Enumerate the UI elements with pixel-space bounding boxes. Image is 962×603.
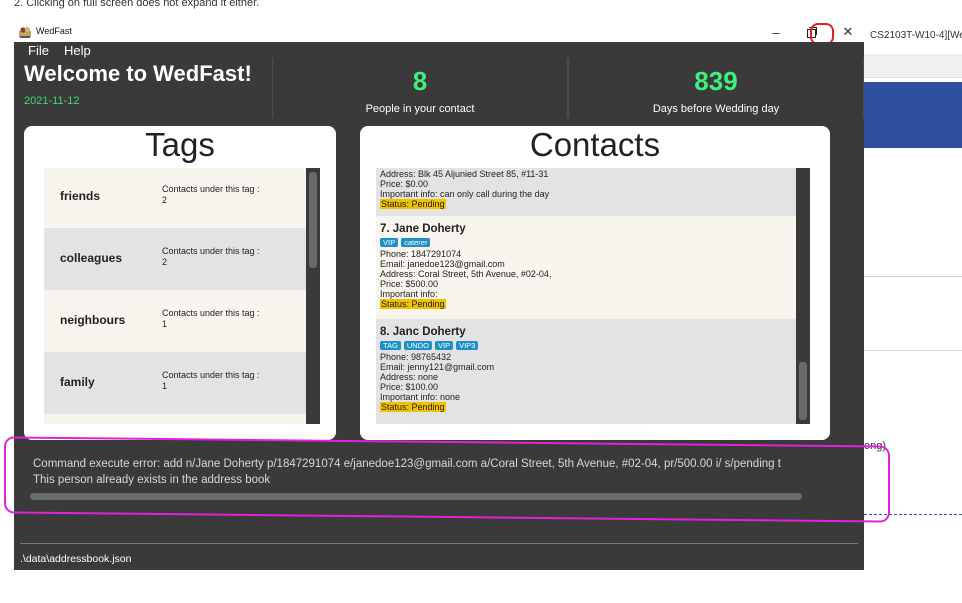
- contact-card[interactable]: 8. Janc Doherty TAG UNDO VIP VIP3 Phone: 98…: [376, 319, 796, 424]
- days-count-label: Days before Wedding day: [652, 103, 780, 115]
- contact-tag-chip: UNDO: [403, 341, 432, 350]
- tags-title: Tags: [145, 126, 215, 163]
- contact-tags: TAG UNDO VIP VIP3: [380, 340, 796, 351]
- tag-name: family: [60, 375, 95, 389]
- tag-item[interactable]: colleagues Contacts under this tag :2: [44, 228, 306, 290]
- contact-address: Address: Blk 45 Aljunied Street 85, #11-…: [380, 169, 549, 179]
- contact-email: Email: jenny121@gmail.com: [380, 362, 495, 372]
- tags-list[interactable]: friends Contacts under this tag :2 colle…: [44, 168, 306, 424]
- tag-count: Contacts under this tag :1: [162, 308, 260, 329]
- contact-price: Price: $500.00: [380, 279, 439, 289]
- contacts-title: Contacts: [529, 126, 661, 163]
- contact-card[interactable]: 7. Jane Doherty VIP caterer Phone: 184729…: [376, 216, 796, 319]
- menu-bar: File Help: [14, 42, 864, 58]
- contact-card-partial[interactable]: Address: Blk 45 Aljunied Street 85, #11-…: [376, 168, 796, 216]
- contact-phone: Phone: 1847291074: [380, 249, 462, 259]
- document-text-fragment: 2. Clicking on full screen does not expa…: [14, 0, 260, 9]
- contact-status: Status: Pending: [380, 199, 446, 209]
- save-file-path: .\data\addressbook.json: [20, 553, 132, 565]
- command-box[interactable]: [20, 543, 858, 544]
- contact-tag-chip: VIP3: [456, 341, 479, 350]
- contact-tag-chip: caterer: [401, 238, 431, 247]
- contact-info: Important info: none: [380, 392, 461, 402]
- contact-name: 8. Janc Doherty: [380, 326, 466, 338]
- contact-email: Email: janedoe123@gmail.com: [380, 259, 505, 269]
- screenshot-stage: 2. Clicking on full screen does not expa…: [0, 0, 962, 603]
- contact-tag-chip: VIP: [434, 341, 454, 350]
- days-count: 839: [694, 66, 738, 96]
- contact-price: Price: $0.00: [380, 179, 429, 189]
- contacts-scroll-thumb[interactable]: [799, 362, 807, 420]
- tag-name: colleagues: [60, 251, 123, 265]
- contacts-list[interactable]: Address: Blk 45 Aljunied Street 85, #11-…: [376, 168, 796, 424]
- contact-phone: Phone: 98765432: [380, 352, 452, 362]
- menu-help[interactable]: Help: [64, 43, 91, 58]
- tag-count: Contacts under this tag :2: [162, 246, 260, 267]
- status-bar: .\data\addressbook.json: [14, 550, 864, 570]
- contact-address: Address: none: [380, 372, 439, 382]
- contact-tags: VIP caterer: [380, 237, 796, 248]
- tag-item[interactable]: neighbours Contacts under this tag :1: [44, 290, 306, 352]
- contacts-scrollbar[interactable]: [796, 168, 810, 424]
- welcome-title: Welcome to WedFast!: [24, 61, 252, 86]
- tag-item[interactable]: family Contacts under this tag :1: [44, 352, 306, 414]
- header-panel: Welcome to WedFast! 2021-11-12 8 People …: [14, 58, 864, 118]
- tag-count: Contacts under this tag :1: [162, 370, 260, 391]
- tags-panel: Tags friends Contacts under this tag :2 …: [24, 126, 336, 440]
- tag-item[interactable]: friends Contacts under this tag :2: [44, 168, 306, 228]
- tag-item[interactable]: [44, 414, 306, 424]
- contact-info: Important info:: [380, 289, 438, 299]
- contacts-count-label: People in your contact: [365, 103, 475, 115]
- contacts-count: 8: [412, 66, 428, 96]
- minimize-icon: –: [772, 24, 780, 40]
- tags-scrollbar[interactable]: [306, 168, 320, 424]
- contacts-stat: 8 People in your contact: [272, 58, 568, 118]
- current-date: 2021-11-12: [24, 95, 80, 107]
- menu-file[interactable]: File: [28, 43, 49, 58]
- app-icon: [19, 26, 31, 38]
- annotation-highlight: [4, 436, 890, 523]
- background-banner: [864, 82, 962, 148]
- tags-scroll-thumb[interactable]: [309, 172, 317, 268]
- window-title: WedFast: [36, 26, 72, 36]
- close-icon: ✕: [842, 24, 854, 39]
- background-divider: [864, 350, 962, 351]
- contact-status: Status: Pending: [380, 299, 446, 309]
- days-stat: 839 Days before Wedding day: [568, 58, 864, 118]
- tag-name: neighbours: [60, 313, 126, 327]
- tag-count: Contacts under this tag :2: [162, 184, 260, 205]
- tag-name: friends: [60, 189, 101, 203]
- window-titlebar[interactable]: WedFast – ✕: [14, 22, 866, 45]
- background-tab-title[interactable]: CS2103T-W10-4][WedFa: [870, 30, 962, 41]
- contacts-panel: Contacts Address: Blk 45 Aljunied Street…: [360, 126, 830, 440]
- background-divider: [864, 276, 962, 277]
- contact-status: Status: Pending: [380, 402, 446, 412]
- contact-tag-chip: VIP: [380, 238, 399, 247]
- contact-address: Address: Coral Street, 5th Avenue, #02-0…: [380, 269, 552, 279]
- contact-price: Price: $100.00: [380, 382, 439, 392]
- background-address-bar[interactable]: [864, 54, 962, 78]
- close-button[interactable]: ✕: [830, 22, 866, 42]
- contact-info: Important info: can only call during the…: [380, 189, 550, 199]
- minimize-button[interactable]: –: [758, 22, 794, 42]
- contact-name: 7. Jane Doherty: [380, 223, 466, 235]
- contact-tag-chip: TAG: [380, 341, 401, 350]
